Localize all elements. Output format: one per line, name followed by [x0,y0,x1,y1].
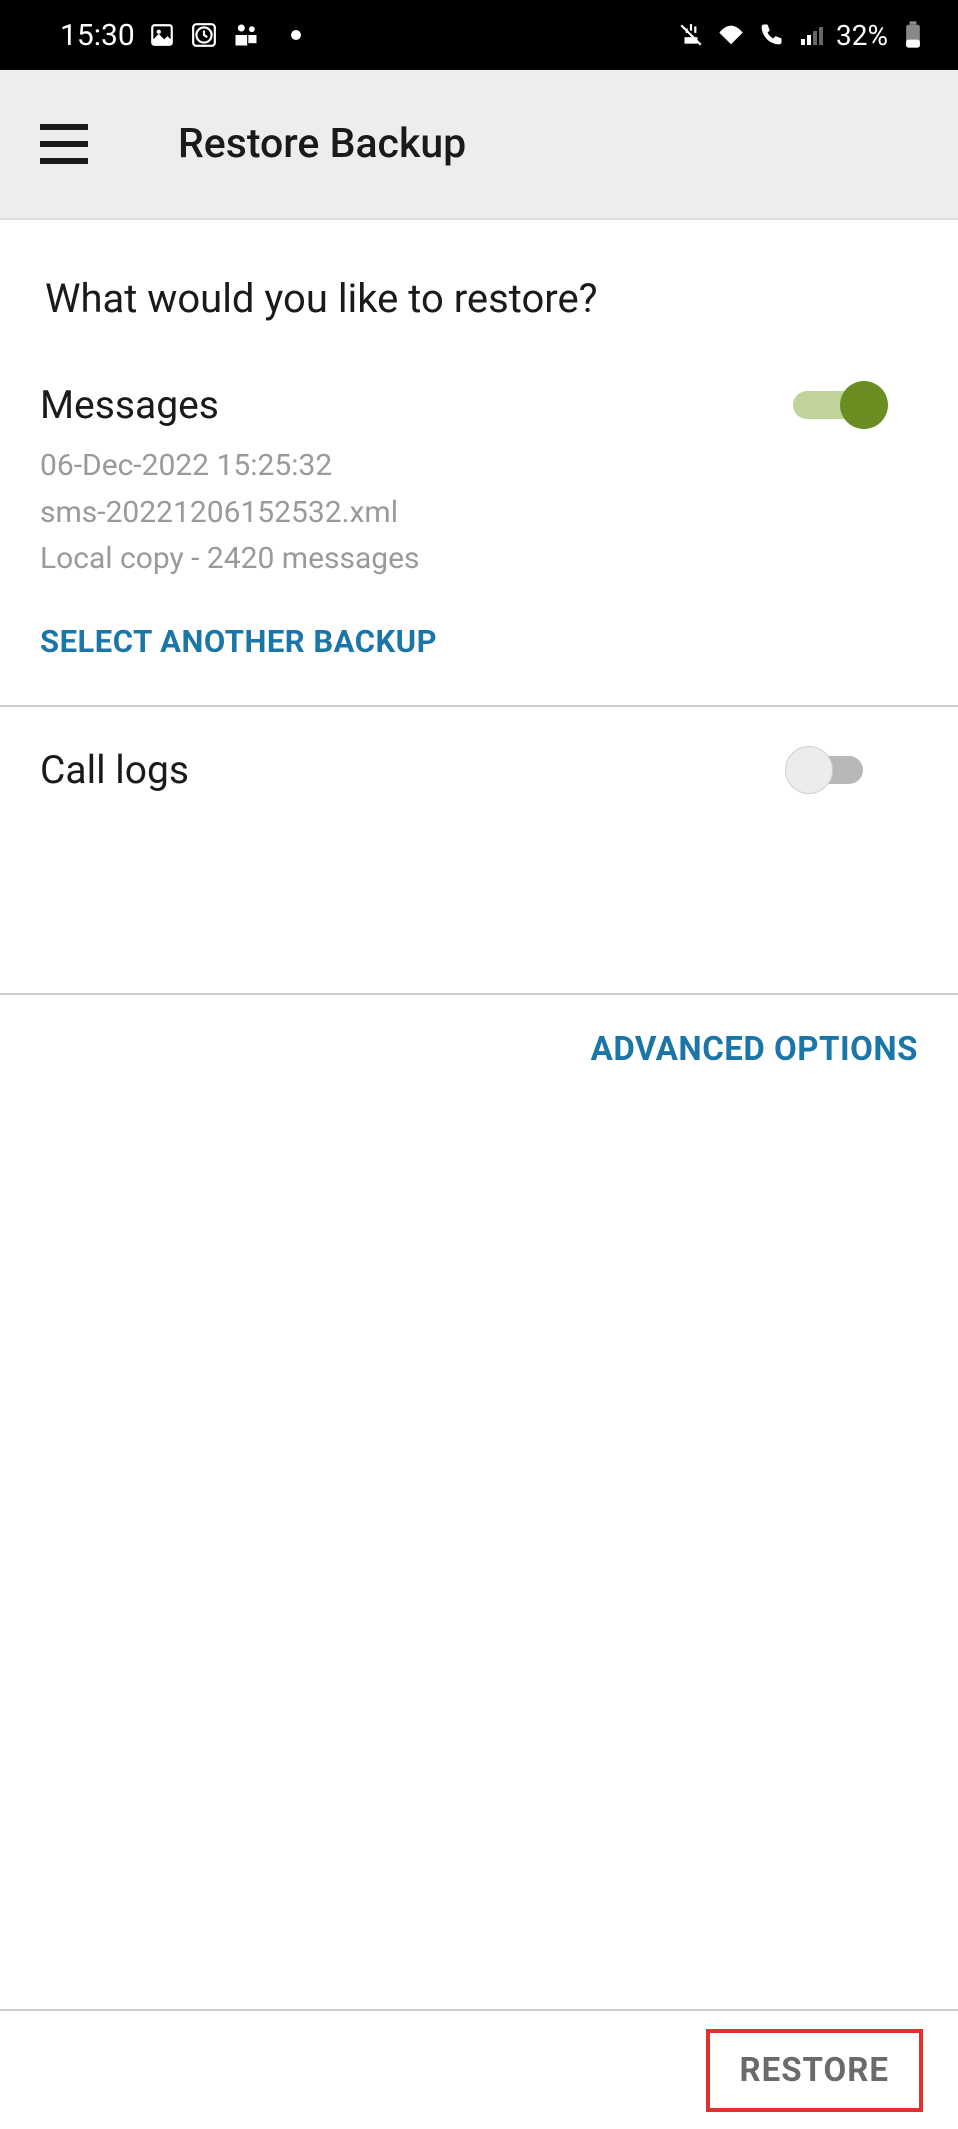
call-logs-section: Call logs [0,707,958,993]
wifi-icon [716,20,746,50]
status-left: 15:30 [60,18,301,53]
call-logs-title: Call logs [40,747,189,793]
teams-icon [231,20,261,50]
bottom-bar: RESTORE [0,2009,958,2129]
signal-icon [796,20,826,50]
select-another-backup-button[interactable]: SELECT ANOTHER BACKUP [40,623,918,705]
advanced-options-button[interactable]: ADVANCED OPTIONS [591,1030,918,1069]
wifi-calling-icon [756,20,786,50]
prompt-text: What would you like to restore? [0,220,958,372]
picture-icon [147,20,177,50]
messages-date: 06-Dec-2022 15:25:32 [40,443,918,490]
messages-details: 06-Dec-2022 15:25:32 sms-20221206152532.… [40,443,918,583]
status-bar: 15:30 32% [0,0,958,70]
status-right: 32% [676,19,928,52]
messages-summary: Local copy - 2420 messages [40,536,918,583]
messages-title: Messages [40,382,219,428]
call-logs-toggle[interactable] [793,749,878,791]
vibrate-icon [676,20,706,50]
battery-icon [898,20,928,50]
app-bar: Restore Backup [0,70,958,220]
messages-filename: sms-20221206152532.xml [40,490,918,537]
messages-section: Messages 06-Dec-2022 15:25:32 sms-202212… [0,372,958,705]
messages-toggle[interactable] [793,384,878,426]
advanced-options-row: ADVANCED OPTIONS [0,995,958,1104]
clock-notification-icon [189,20,219,50]
status-time: 15:30 [60,18,135,53]
battery-percent: 32% [836,19,888,52]
restore-button[interactable]: RESTORE [706,2029,923,2112]
page-title: Restore Backup [178,120,466,168]
menu-icon[interactable] [40,124,88,164]
more-notifications-icon [291,30,301,40]
content: What would you like to restore? Messages… [0,220,958,1104]
messages-header: Messages [40,372,918,428]
